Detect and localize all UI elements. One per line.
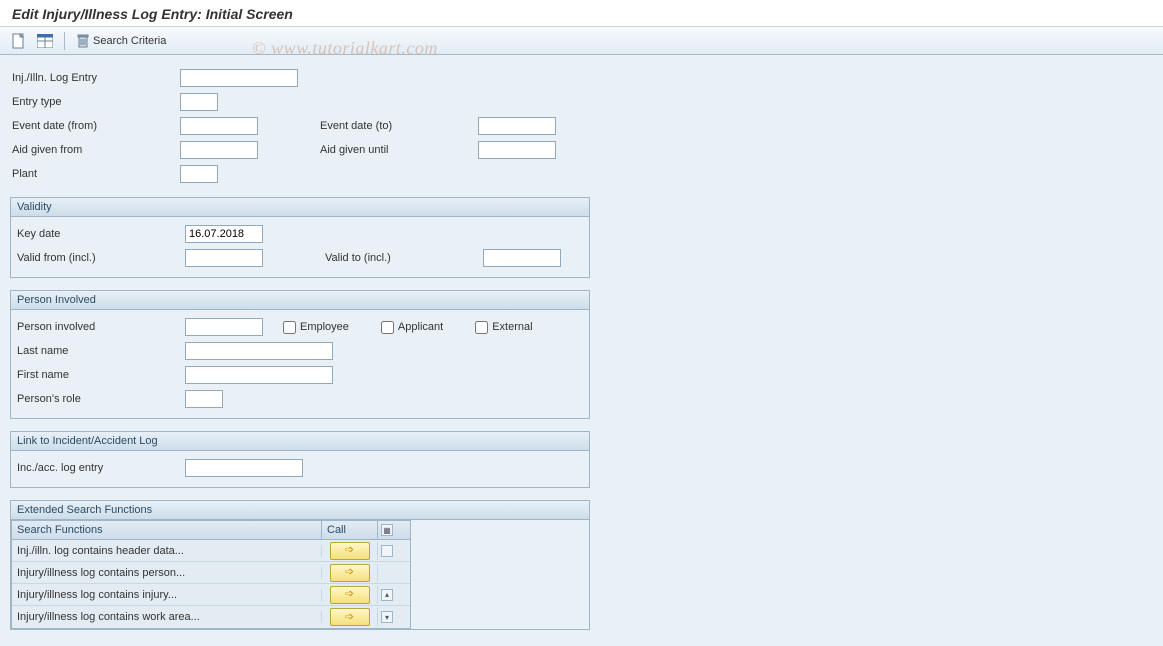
arrow-right-icon: ➩: [345, 589, 354, 600]
applicant-checkbox[interactable]: Applicant: [381, 321, 443, 334]
table-row: Inj./illn. log contains header data... ➩: [12, 540, 410, 562]
key-date-label: Key date: [15, 228, 185, 240]
grid-icon[interactable]: [34, 31, 56, 51]
lastname-input[interactable]: [185, 342, 333, 360]
aid-from-label: Aid given from: [10, 144, 180, 156]
table-row: Injury/illness log contains work area...…: [12, 606, 410, 628]
valid-from-label: Valid from (incl.): [15, 252, 185, 264]
toolbar-separator: [64, 32, 65, 50]
call-button[interactable]: ➩: [330, 586, 370, 604]
scroll-up-icon[interactable]: ▴: [381, 589, 393, 601]
person-involved-input[interactable]: [185, 318, 263, 336]
plant-label: Plant: [10, 168, 180, 180]
event-date-from-label: Event date (from): [10, 120, 180, 132]
arrow-right-icon: ➩: [345, 545, 354, 556]
content-area: Inj./Illn. Log Entry Entry type Event da…: [0, 55, 1163, 646]
inc-acc-input[interactable]: [185, 459, 303, 477]
person-involved-label: Person involved: [15, 321, 185, 333]
external-checkbox[interactable]: External: [475, 321, 532, 334]
firstname-label: First name: [15, 369, 185, 381]
link-header: Link to Incident/Accident Log: [11, 432, 589, 451]
event-date-to-input[interactable]: [478, 117, 556, 135]
table-settings-icon[interactable]: ▦: [381, 524, 393, 536]
valid-to-input[interactable]: [483, 249, 561, 267]
external-label: External: [492, 321, 532, 333]
log-entry-label: Inj./Illn. Log Entry: [10, 72, 180, 84]
search-func-label: Injury/illness log contains person...: [12, 567, 322, 579]
page-title: Edit Injury/Illness Log Entry: Initial S…: [0, 0, 1163, 27]
search-criteria-label: Search Criteria: [93, 35, 166, 47]
call-button[interactable]: ➩: [330, 608, 370, 626]
col-call: Call: [322, 521, 378, 539]
arrow-right-icon: ➩: [345, 612, 354, 623]
trash-icon: [77, 34, 89, 48]
aid-until-input[interactable]: [478, 141, 556, 159]
valid-from-input[interactable]: [185, 249, 263, 267]
link-panel: Link to Incident/Accident Log Inc./acc. …: [10, 431, 590, 488]
person-panel: Person Involved Person involved Employee…: [10, 290, 590, 419]
ext-search-header: Extended Search Functions: [11, 501, 589, 520]
employee-checkbox[interactable]: Employee: [283, 321, 349, 334]
entry-type-label: Entry type: [10, 96, 180, 108]
inc-acc-label: Inc./acc. log entry: [15, 462, 185, 474]
log-entry-input[interactable]: [180, 69, 298, 87]
scroll-down-icon[interactable]: ▾: [381, 611, 393, 623]
search-func-label: Injury/illness log contains injury...: [12, 589, 322, 601]
employee-label: Employee: [300, 321, 349, 333]
aid-until-label: Aid given until: [318, 144, 478, 156]
firstname-input[interactable]: [185, 366, 333, 384]
scroll-thumb[interactable]: [381, 545, 393, 557]
call-button[interactable]: ➩: [330, 542, 370, 560]
validity-header: Validity: [11, 198, 589, 217]
role-input[interactable]: [185, 390, 223, 408]
search-func-label: Inj./illn. log contains header data...: [12, 545, 322, 557]
lastname-label: Last name: [15, 345, 185, 357]
event-date-to-label: Event date (to): [318, 120, 478, 132]
person-header: Person Involved: [11, 291, 589, 310]
table-row: Injury/illness log contains injury... ➩ …: [12, 584, 410, 606]
event-date-from-input[interactable]: [180, 117, 258, 135]
ext-search-panel: Extended Search Functions Search Functio…: [10, 500, 590, 630]
validity-panel: Validity Key date Valid from (incl.) Val…: [10, 197, 590, 278]
arrow-right-icon: ➩: [345, 567, 354, 578]
search-criteria-button[interactable]: Search Criteria: [73, 31, 170, 51]
search-func-label: Injury/illness log contains work area...: [12, 611, 322, 623]
new-doc-icon[interactable]: [8, 31, 30, 51]
aid-from-input[interactable]: [180, 141, 258, 159]
search-functions-table: Search Functions Call ▦ Inj./illn. log c…: [11, 520, 411, 629]
col-search-functions: Search Functions: [12, 521, 322, 539]
plant-input[interactable]: [180, 165, 218, 183]
call-button[interactable]: ➩: [330, 564, 370, 582]
toolbar: Search Criteria: [0, 27, 1163, 55]
applicant-label: Applicant: [398, 321, 443, 333]
key-date-input[interactable]: [185, 225, 263, 243]
role-label: Person's role: [15, 393, 185, 405]
table-row: Injury/illness log contains person... ➩: [12, 562, 410, 584]
entry-type-input[interactable]: [180, 93, 218, 111]
valid-to-label: Valid to (incl.): [323, 252, 483, 264]
